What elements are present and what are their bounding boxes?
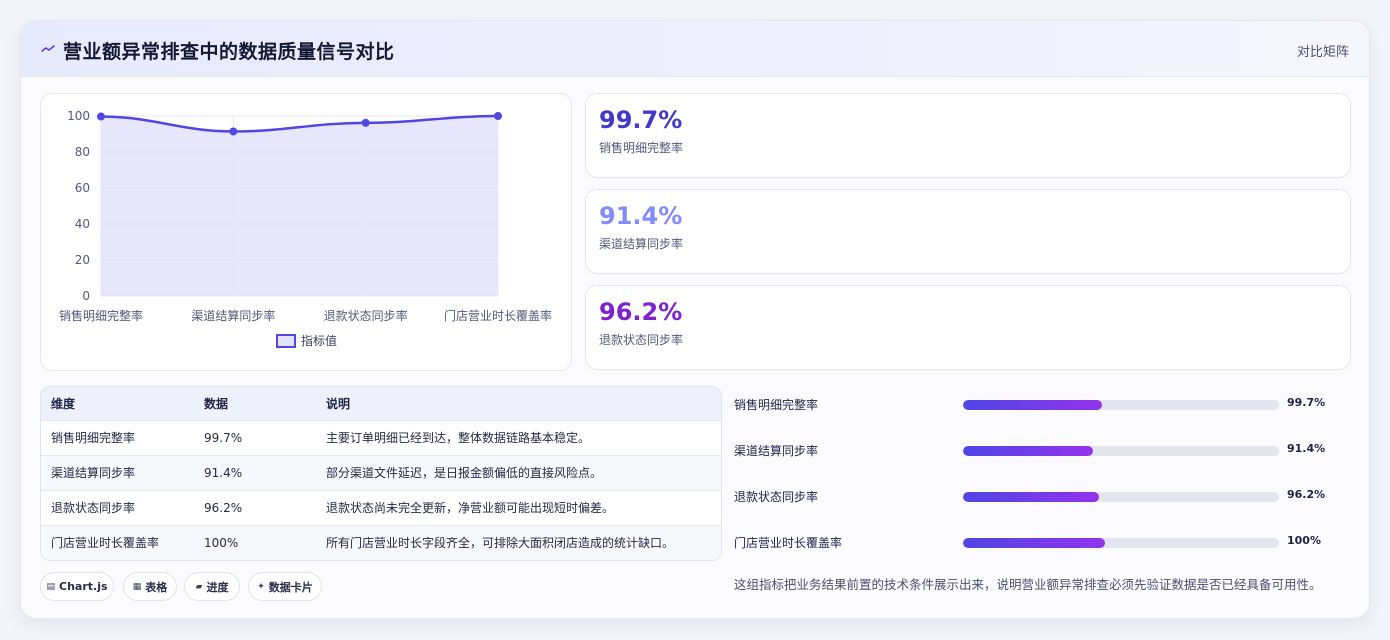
y-tick-label: 0: [82, 289, 90, 303]
kpi-value: 91.4%: [599, 202, 683, 230]
table-cell: 部分渠道文件延迟，是日报金额偏低的直接风险点。: [326, 466, 603, 480]
data-point: [97, 112, 105, 121]
table-row: 渠道结算同步率 91.4% 部分渠道文件延迟，是日报金额偏低的直接风险点。: [41, 455, 721, 490]
y-tick-label: 80: [75, 145, 90, 159]
kpi-value: 96.2%: [599, 298, 683, 326]
chip-label: 表格: [145, 580, 168, 594]
table-row: 退款状态同步率 96.2% 退款状态尚未完全更新，净营业额可能出现短时偏差。: [41, 490, 721, 525]
kpi-card-channel-sync: 91.4% 渠道结算同步率: [585, 189, 1351, 274]
progress-fill: [963, 492, 1099, 502]
table-header-row: 维度 数据 说明: [41, 387, 721, 420]
panel-header: 营业额异常排查中的数据质量信号对比 对比矩阵: [21, 21, 1369, 77]
x-tick-label: 渠道结算同步率: [191, 308, 275, 323]
y-tick-label: 100: [67, 109, 90, 123]
progress-label: 销售明细完整率: [734, 398, 819, 412]
table-cell: 退款状态同步率: [51, 501, 136, 515]
chart-icon: ▤: [46, 581, 55, 592]
chip-label: 数据卡片: [268, 580, 313, 594]
chip-chartjs[interactable]: ▤ Chart.js: [40, 572, 114, 601]
table-cell: 主要订单明细已经到达，整体数据链路基本稳定。: [326, 431, 591, 445]
kpi-value: 99.7%: [599, 106, 683, 134]
progress-row: 门店营业时长覆盖率 100%: [734, 532, 1344, 552]
progress-value: 91.4%: [1287, 442, 1326, 455]
data-point: [361, 118, 370, 127]
footnote: 这组指标把业务结果前置的技术条件展示出来，说明营业额异常排查必须先验证数据是否已…: [734, 577, 1322, 592]
page-title: 营业额异常排查中的数据质量信号对比: [63, 41, 395, 63]
table-cell: 门店营业时长覆盖率: [51, 536, 160, 551]
chart-card: 0 20 40 60 80 100 销售明细完整率 渠道结算同步率 退款状态同步率 门店营业时长覆…: [40, 93, 572, 371]
table-cell: 100%: [204, 535, 239, 550]
x-tick-label: 门店营业时长覆盖率: [444, 308, 552, 323]
progress-row: 销售明细完整率 99.7%: [734, 394, 1344, 414]
table-row: 销售明细完整率 99.7% 主要订单明细已经到达，整体数据链路基本稳定。: [41, 420, 721, 455]
progress-label: 渠道结算同步率: [734, 444, 819, 458]
progress-track: [963, 446, 1279, 456]
progress-track: [963, 400, 1279, 410]
data-point: [494, 112, 502, 120]
x-tick-label: 退款状态同步率: [324, 308, 408, 323]
area-chart: 0 20 40 60 80 100 销售明细完整率 渠道结算同步率 退款状态同步率 门店营业时长覆…: [59, 109, 552, 348]
table-row: 门店营业时长覆盖率 100% 所有门店营业时长字段齐全，可排除大面积闭店造成的统…: [41, 525, 721, 560]
y-tick-label: 60: [75, 181, 90, 195]
progress-track: [963, 492, 1279, 502]
metrics-table-card: 维度 数据 说明 销售明细完整率 99.7% 主要订单明细已经到达，整体数据链路…: [40, 386, 722, 561]
chip-data-card[interactable]: ✦ 数据卡片: [248, 572, 322, 601]
column-header: 数据: [204, 396, 229, 411]
y-tick-label: 40: [75, 217, 90, 231]
progress-fill: [963, 400, 1103, 410]
column-header: 说明: [326, 396, 351, 411]
compare-matrix-link[interactable]: 对比矩阵: [1297, 41, 1349, 60]
sparkle-icon: ✦: [257, 581, 265, 592]
table-cell: 退款状态尚未完全更新，净营业额可能出现短时偏差。: [326, 501, 615, 515]
data-point: [229, 127, 238, 136]
kpi-label: 销售明细完整率: [599, 141, 684, 155]
legend-swatch: [276, 334, 296, 348]
progress-label: 门店营业时长覆盖率: [734, 536, 843, 550]
table-cell: 91.4%: [204, 465, 243, 480]
metrics-table: 维度 数据 说明 销售明细完整率 99.7% 主要订单明细已经到达，整体数据链路…: [41, 387, 721, 560]
progress-value: 96.2%: [1287, 488, 1326, 501]
progress-value: 99.7%: [1287, 396, 1326, 409]
table-cell: 所有门店营业时长字段齐全，可排除大面积闭店造成的统计缺口。: [326, 536, 675, 551]
progress-track: [963, 538, 1279, 548]
table-cell: 96.2%: [204, 500, 243, 515]
kpi-label: 渠道结算同步率: [599, 237, 684, 251]
kpi-card-refund-sync: 96.2% 退款状态同步率: [585, 285, 1351, 370]
kpi-label: 退款状态同步率: [599, 333, 684, 347]
dashboard-panel: 营业额异常排查中的数据质量信号对比 对比矩阵 0 20 40 60 80 100 销售明细完…: [20, 20, 1370, 619]
table-cell: 99.7%: [204, 430, 243, 445]
series-area-fill: [101, 116, 498, 296]
progress-fill: [963, 538, 1106, 548]
progress-row: 退款状态同步率 96.2%: [734, 486, 1344, 506]
progress-row: 渠道结算同步率 91.4%: [734, 440, 1344, 460]
chip-label: 进度: [206, 580, 229, 594]
chip-progress[interactable]: ▰ 进度: [184, 572, 240, 601]
progress-icon: ▰: [195, 581, 203, 592]
kpi-card-sales-detail: 99.7% 销售明细完整率: [585, 93, 1351, 178]
spark-icon: [41, 45, 55, 52]
table-cell: 销售明细完整率: [51, 431, 136, 445]
y-tick-label: 20: [75, 253, 90, 267]
legend-label: 指标值: [301, 333, 337, 348]
progress-fill: [963, 446, 1093, 456]
table-cell: 渠道结算同步率: [51, 466, 136, 480]
table-icon: ▦: [132, 581, 142, 592]
chip-label: Chart.js: [59, 580, 108, 593]
progress-value: 100%: [1287, 534, 1321, 547]
chip-table[interactable]: ▦ 表格: [123, 572, 177, 601]
column-header: 维度: [51, 396, 76, 411]
progress-label: 退款状态同步率: [734, 490, 819, 504]
x-tick-label: 销售明细完整率: [59, 308, 143, 323]
